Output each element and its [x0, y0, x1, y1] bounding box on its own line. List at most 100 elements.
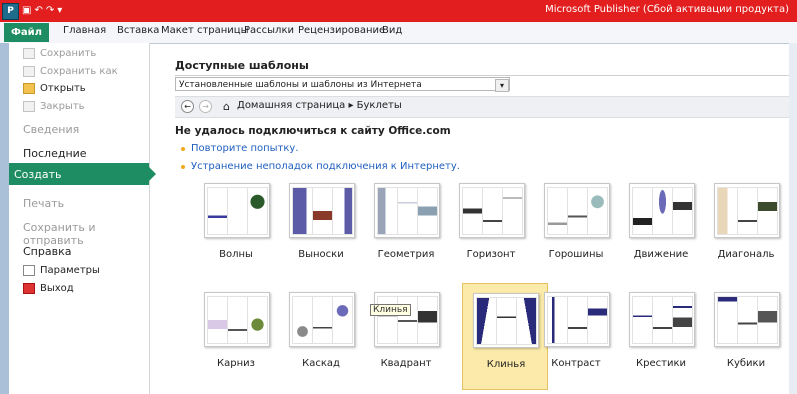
close-command[interactable]: Закрыть: [23, 101, 85, 112]
template-tile[interactable]: Карниз: [196, 292, 276, 372]
template-name: Карниз: [217, 358, 255, 369]
undo-icon[interactable]: ↶: [34, 4, 42, 18]
template-thumbnail: [374, 183, 440, 238]
save-command[interactable]: Сохранить: [23, 48, 96, 59]
tab-page-layout[interactable]: Макет страницы: [161, 25, 249, 36]
options-command[interactable]: Параметры: [23, 265, 100, 276]
save-as-icon: [23, 66, 35, 77]
troubleshoot-link[interactable]: Устранение неполадок подключения к Интер…: [181, 161, 460, 172]
template-tile[interactable]: Горошины: [536, 183, 616, 263]
tab-home[interactable]: Главная: [63, 25, 106, 36]
template-thumbnail: [289, 292, 355, 347]
options-label: Параметры: [40, 265, 100, 276]
open-label: Открыть: [40, 83, 86, 94]
template-name: Горошины: [548, 249, 604, 260]
template-tile[interactable]: Диагональ: [706, 183, 786, 263]
template-name: Диагональ: [717, 249, 775, 260]
backstage-sidebar: Сохранить Сохранить как Открыть Закрыть …: [9, 43, 150, 394]
tab-mailings[interactable]: Рассылки: [244, 25, 294, 36]
section-help[interactable]: Справка: [23, 245, 71, 258]
template-name: Волны: [219, 249, 253, 260]
customize-toolbar-icon[interactable]: ▾: [57, 4, 62, 18]
connection-error-title: Не удалось подключиться к сайту Office.c…: [175, 125, 451, 137]
close-doc-icon: [23, 101, 35, 112]
exit-label: Выход: [40, 283, 74, 294]
template-tooltip: Клинья: [370, 304, 411, 316]
section-new[interactable]: Создать: [9, 163, 156, 185]
ribbon-tabs: Файл Главная Вставка Макет страницы Расс…: [0, 22, 797, 44]
template-source-dropdown[interactable]: Установленные шаблоны и шаблоны из Интер…: [175, 77, 510, 91]
save-as-label: Сохранить как: [40, 66, 118, 77]
tab-review[interactable]: Рецензирование: [298, 25, 385, 36]
divider: [175, 75, 797, 76]
template-name: Геометрия: [377, 249, 435, 260]
template-thumbnail: [714, 292, 780, 347]
home-icon[interactable]: ⌂: [223, 100, 230, 113]
template-name: Каскад: [302, 358, 340, 369]
template-tile[interactable]: Кубики: [706, 292, 786, 372]
template-thumbnail: [714, 183, 780, 238]
exit-command[interactable]: Выход: [23, 283, 74, 294]
template-name: Кубики: [726, 358, 766, 369]
template-tile[interactable]: Крестики: [621, 292, 701, 372]
template-tile[interactable]: Выноски: [281, 183, 361, 263]
bullet-icon: [181, 146, 185, 151]
chevron-down-icon[interactable]: ▾: [495, 79, 509, 92]
folder-icon: [23, 83, 35, 94]
template-tile[interactable]: Волны: [196, 183, 276, 263]
quick-access-toolbar: P ▣ ↶ ↷ ▾: [2, 2, 62, 20]
template-name: Крестики: [636, 358, 686, 369]
bullet-icon: [181, 164, 185, 169]
redo-icon[interactable]: ↷: [46, 4, 54, 18]
template-thumbnail: [629, 292, 695, 347]
save-icon: [23, 48, 35, 59]
forward-arrow-icon[interactable]: →: [199, 100, 212, 113]
title-bar: P ▣ ↶ ↷ ▾ Microsoft Publisher (Сбой акти…: [0, 0, 797, 22]
exit-icon: [23, 283, 35, 294]
breadcrumb-bar: ← → ⌂ Домашняя страница ▸ Буклеты: [175, 96, 797, 118]
section-recent[interactable]: Последние: [23, 147, 87, 160]
troubleshoot-link-text: Устранение неполадок подключения к Интер…: [191, 161, 460, 172]
options-icon: [23, 265, 35, 276]
tab-insert[interactable]: Вставка: [117, 25, 159, 36]
template-tile[interactable]: Геометрия: [366, 183, 446, 263]
template-name: Контраст: [551, 358, 601, 369]
close-label: Закрыть: [40, 101, 85, 112]
save-icon[interactable]: ▣: [22, 4, 31, 18]
template-name: Движение: [633, 249, 689, 260]
template-thumbnail: [459, 183, 525, 238]
open-command[interactable]: Открыть: [23, 83, 86, 94]
template-tile[interactable]: Контраст: [536, 292, 616, 372]
template-name: Выноски: [298, 249, 344, 260]
template-thumbnail: [289, 183, 355, 238]
section-print[interactable]: Печать: [23, 197, 64, 210]
template-tile[interactable]: Горизонт: [451, 183, 531, 263]
template-thumbnail: [473, 293, 539, 348]
template-name: Квадрант: [380, 358, 432, 369]
tab-file[interactable]: Файл: [4, 23, 49, 42]
template-thumbnail: [374, 292, 440, 347]
template-thumbnail: [544, 292, 610, 347]
breadcrumb[interactable]: Домашняя страница ▸ Буклеты: [237, 100, 402, 111]
save-as-command[interactable]: Сохранить как: [23, 66, 118, 77]
template-tile[interactable]: Каскад: [281, 292, 361, 372]
vertical-scrollbar[interactable]: [789, 43, 797, 394]
retry-link-text: Повторите попытку.: [191, 143, 299, 154]
template-thumbnail: [544, 183, 610, 238]
save-label: Сохранить: [40, 48, 97, 59]
section-info[interactable]: Сведения: [23, 123, 79, 136]
template-name: Горизонт: [466, 249, 516, 260]
window-title: Microsoft Publisher (Сбой активации прод…: [545, 4, 789, 15]
back-arrow-icon[interactable]: ←: [181, 100, 194, 113]
available-templates-heading: Доступные шаблоны: [175, 59, 309, 72]
publisher-logo-icon: P: [2, 2, 19, 20]
template-thumbnail: [204, 183, 270, 238]
template-thumbnail: [629, 183, 695, 238]
template-thumbnail: [204, 292, 270, 347]
template-tile[interactable]: Движение: [621, 183, 701, 263]
retry-link[interactable]: Повторите попытку.: [181, 143, 299, 154]
tab-view[interactable]: Вид: [382, 25, 402, 36]
section-save-send[interactable]: Сохранить и отправить: [23, 221, 149, 247]
main-panel: Доступные шаблоны Установленные шаблоны …: [150, 43, 797, 394]
section-new-label: Создать: [14, 167, 62, 181]
